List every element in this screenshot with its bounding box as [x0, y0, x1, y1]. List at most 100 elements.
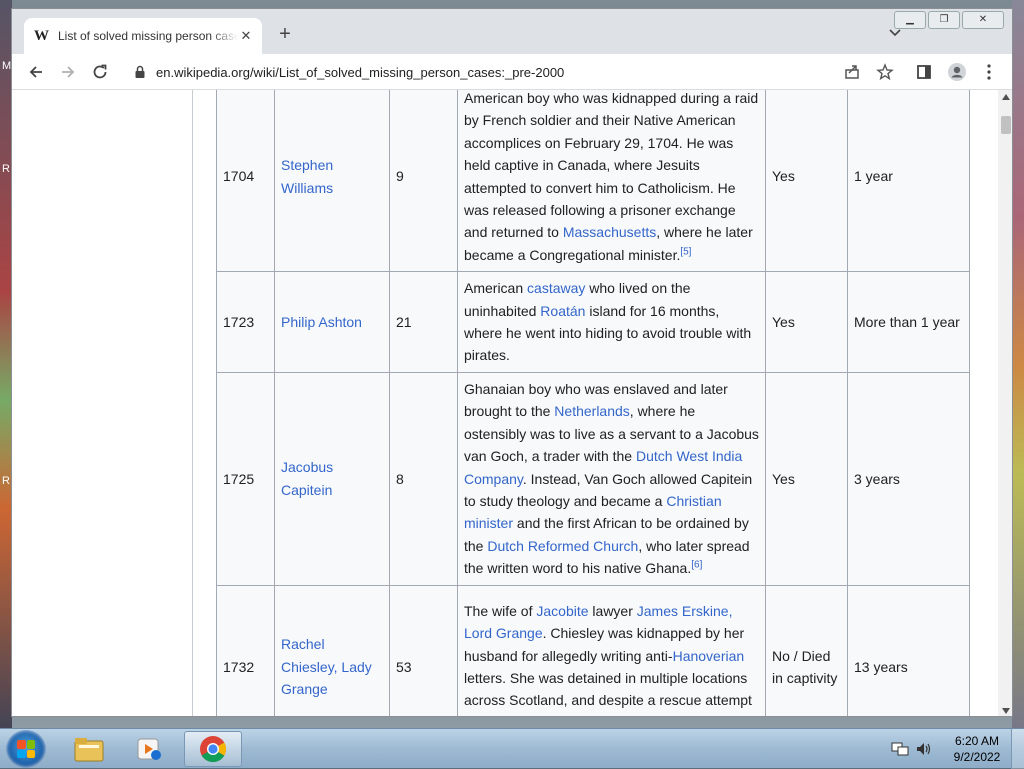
description-link[interactable]: Netherlands: [554, 403, 630, 419]
url-text: en.wikipedia.org/wiki/List_of_solved_mis…: [156, 64, 565, 80]
reload-icon: [93, 64, 107, 79]
bookmark-button[interactable]: [873, 60, 897, 84]
browser-window: W List of solved missing person cases: p…: [11, 8, 1013, 717]
desktop-icon-label[interactable]: M: [2, 60, 11, 72]
taskbar: 6:20 AM 9/2/2022: [0, 728, 1024, 769]
name-cell: Jacobus Capitein: [274, 371, 390, 586]
time-missing-cell: 3 years: [847, 371, 970, 586]
description-text: lawyer: [588, 602, 637, 619]
description-text: The wife of: [464, 602, 537, 619]
description-text: American: [464, 280, 528, 297]
time-missing-cell: 13 years: [847, 584, 970, 716]
time-missing-cell: 1 year: [847, 90, 970, 273]
age-cell: 21: [389, 271, 458, 373]
show-desktop-button[interactable]: [1011, 729, 1024, 769]
vertical-scrollbar[interactable]: [998, 90, 1012, 716]
name-cell: Philip Ashton: [274, 271, 390, 373]
side-panel-button[interactable]: [912, 60, 936, 84]
clock[interactable]: 6:20 AM 9/2/2022: [943, 733, 1011, 765]
year-cell: 1704: [216, 90, 275, 273]
desktop-icon-label[interactable]: R: [2, 163, 10, 175]
taskbar-media-player[interactable]: [124, 731, 174, 767]
new-tab-button[interactable]: +: [274, 23, 296, 45]
minimize-button[interactable]: ▁: [894, 11, 926, 29]
profile-button[interactable]: [945, 60, 969, 84]
age-cell: 9: [389, 90, 458, 273]
profile-avatar-icon: [948, 63, 966, 81]
name-cell: Stephen Williams: [274, 90, 390, 273]
tab-close-icon[interactable]: ✕: [238, 28, 254, 44]
description-link[interactable]: castaway: [527, 280, 585, 296]
wikipedia-favicon-icon: W: [34, 27, 49, 44]
media-player-icon: [137, 738, 161, 760]
clock-time: 6:20 AM: [954, 734, 1000, 748]
description-link[interactable]: Roatán: [540, 303, 585, 319]
page-viewport: 1704 Stephen Williams 9 American boy who wa…: [12, 90, 998, 716]
taskbar-chrome[interactable]: [184, 731, 242, 767]
scrollbar-thumb[interactable]: [1001, 116, 1011, 134]
taskbar-file-explorer[interactable]: [64, 731, 114, 767]
description-link[interactable]: Massachusetts: [563, 224, 656, 240]
description-link[interactable]: Jacobite: [536, 603, 588, 619]
table-row: 1704 Stephen Williams 9 American boy who wa…: [216, 90, 970, 273]
age-cell: 8: [389, 371, 458, 586]
found-alive-cell: Yes: [765, 371, 848, 586]
description-link[interactable]: Hanoverian: [673, 648, 745, 664]
missing-persons-table: 1704 Stephen Williams 9 American boy who wa…: [216, 90, 970, 716]
start-button[interactable]: [6, 730, 46, 768]
person-link[interactable]: Rachel Chiesley, Lady Grange: [281, 636, 372, 697]
year-cell: 1725: [216, 371, 275, 586]
age-cell: 53: [389, 584, 458, 716]
desktop-icon-label[interactable]: R: [2, 475, 10, 487]
tab-active[interactable]: W List of solved missing person cases: p…: [24, 18, 262, 54]
forward-arrow-icon: [62, 66, 75, 78]
forward-button[interactable]: [56, 60, 80, 84]
found-alive-cell: No / Died in captivity: [765, 584, 848, 716]
share-button[interactable]: [840, 60, 864, 84]
description-cell: American boy who was kidnapped during a …: [457, 90, 766, 273]
content-border: [192, 90, 193, 716]
person-link[interactable]: Jacobus Capitein: [281, 459, 333, 497]
description-cell: American castaway who lived on the uninh…: [457, 271, 766, 373]
scroll-down-arrow-icon[interactable]: [1002, 708, 1010, 714]
volume-icon[interactable]: [915, 741, 933, 757]
address-bar[interactable]: en.wikipedia.org/wiki/List_of_solved_mis…: [124, 58, 881, 86]
back-button[interactable]: [24, 60, 48, 84]
network-icon[interactable]: [891, 741, 909, 757]
window-controls: ▁ ❐ ✕: [892, 11, 1004, 29]
table-row: 1732 Rachel Chiesley, Lady Grange 53 The wi…: [216, 584, 970, 716]
clock-date: 9/2/2022: [953, 750, 1001, 764]
kebab-menu-icon: [987, 64, 991, 80]
found-alive-cell: Yes: [765, 90, 848, 273]
tab-title: List of solved missing person cases: pre…: [58, 29, 238, 43]
chrome-icon: [200, 736, 227, 763]
share-icon: [845, 65, 859, 79]
tab-strip: W List of solved missing person cases: p…: [12, 9, 1012, 54]
windows-logo-icon: [17, 740, 35, 758]
year-cell: 1732: [216, 584, 275, 716]
description-link[interactable]: Dutch Reformed Church: [487, 538, 638, 554]
citation-link[interactable]: [5]: [680, 246, 691, 257]
maximize-button[interactable]: ❐: [928, 11, 960, 29]
description-cell: Ghanaian boy who was enslaved and later …: [457, 371, 766, 586]
side-panel-icon: [917, 65, 931, 79]
system-tray: 6:20 AM 9/2/2022: [891, 729, 1024, 769]
description-text: American boy who was kidnapped during a …: [464, 90, 759, 241]
browser-toolbar: en.wikipedia.org/wiki/List_of_solved_mis…: [12, 54, 1012, 90]
description-text: letters. She was detained in multiple lo…: [464, 670, 752, 716]
reload-button[interactable]: [88, 60, 112, 84]
table-row: 1725 Jacobus Capitein 8 Ghanaian boy who wa…: [216, 371, 970, 586]
citation-link[interactable]: [6]: [691, 559, 702, 570]
scroll-up-arrow-icon[interactable]: [1002, 94, 1010, 100]
found-alive-cell: Yes: [765, 271, 848, 373]
person-link[interactable]: Philip Ashton: [281, 314, 362, 330]
close-window-button[interactable]: ✕: [962, 11, 1004, 29]
back-arrow-icon: [29, 66, 42, 78]
table-row: 1723 Philip Ashton 21 American castaway who…: [216, 271, 970, 373]
lock-icon: [135, 65, 145, 78]
file-explorer-icon: [74, 738, 104, 762]
star-icon: [876, 63, 894, 81]
person-link[interactable]: Stephen Williams: [281, 157, 333, 195]
year-cell: 1723: [216, 271, 275, 373]
menu-button[interactable]: [977, 60, 1001, 84]
